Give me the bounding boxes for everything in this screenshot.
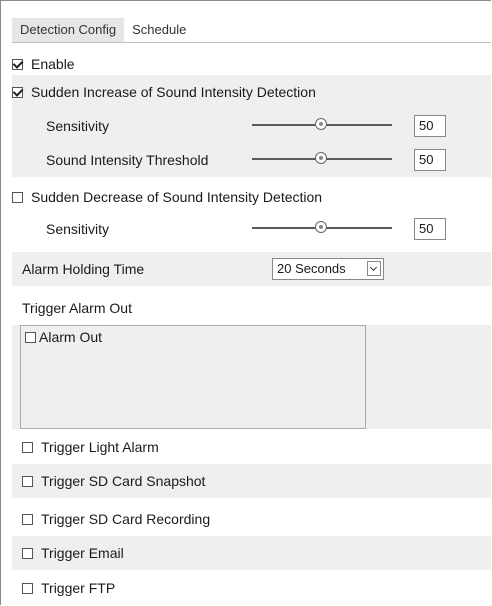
trigger-alarm-out-label: Trigger Alarm Out <box>22 300 132 316</box>
trigger-sd-recording-row: Trigger SD Card Recording <box>12 502 491 536</box>
decrease-sensitivity-label: Sensitivity <box>46 221 110 237</box>
trigger-sd-recording-label: Trigger SD Card Recording <box>41 511 211 527</box>
increase-sensitivity-value[interactable]: 50 <box>414 115 446 137</box>
increase-threshold-slider[interactable] <box>252 152 392 166</box>
sudden-decrease-row: Sudden Decrease of Sound Intensity Detec… <box>12 180 491 214</box>
slider-knob[interactable] <box>315 118 327 130</box>
alarm-out-checkbox[interactable] <box>25 331 36 343</box>
trigger-email-label: Trigger Email <box>41 545 124 561</box>
trigger-alarm-out-row: Trigger Alarm Out <box>12 291 491 325</box>
chevron-down-icon[interactable] <box>367 261 381 276</box>
trigger-sd-recording-checkbox[interactable] <box>22 513 33 525</box>
alarm-holding-value: 20 Seconds <box>277 261 346 276</box>
sudden-decrease-label: Sudden Decrease of Sound Intensity Detec… <box>31 189 323 205</box>
increase-sensitivity-label: Sensitivity <box>46 118 110 134</box>
trigger-sd-snapshot-checkbox[interactable] <box>22 475 33 487</box>
alarm-out-label: Alarm Out <box>39 329 103 345</box>
decrease-sensitivity-value[interactable]: 50 <box>414 218 446 240</box>
sudden-increase-checkbox[interactable] <box>12 86 23 98</box>
slider-knob[interactable] <box>315 221 327 233</box>
sudden-decrease-checkbox[interactable] <box>12 191 23 203</box>
enable-checkbox[interactable] <box>12 58 23 70</box>
trigger-email-row: Trigger Email <box>12 536 491 570</box>
trigger-sd-snapshot-row: Trigger SD Card Snapshot <box>12 464 491 498</box>
alarm-holding-label: Alarm Holding Time <box>22 261 145 277</box>
alarm-out-item[interactable]: Alarm Out <box>25 329 102 345</box>
alarm-holding-row: Alarm Holding Time <box>12 252 491 286</box>
alarm-out-list: Alarm Out <box>20 325 366 429</box>
tab-divider <box>12 42 491 43</box>
slider-knob[interactable] <box>315 152 327 164</box>
tab-detection-config[interactable]: Detection Config <box>12 18 125 42</box>
increase-threshold-value[interactable]: 50 <box>414 149 446 171</box>
increase-threshold-label: Sound Intensity Threshold <box>46 152 209 168</box>
decrease-sensitivity-slider[interactable] <box>252 221 392 235</box>
trigger-ftp-row: Trigger FTP <box>12 571 491 605</box>
tab-bar: Detection Config Schedule <box>12 18 194 42</box>
trigger-ftp-label: Trigger FTP <box>41 580 116 596</box>
increase-sensitivity-slider[interactable] <box>252 118 392 132</box>
trigger-light-alarm-checkbox[interactable] <box>22 441 33 453</box>
trigger-light-alarm-row: Trigger Light Alarm <box>12 430 491 464</box>
enable-label: Enable <box>31 56 75 72</box>
sudden-increase-row: Sudden Increase of Sound Intensity Detec… <box>12 75 491 109</box>
tab-schedule[interactable]: Schedule <box>124 18 194 42</box>
sudden-increase-label: Sudden Increase of Sound Intensity Detec… <box>31 84 316 100</box>
trigger-ftp-checkbox[interactable] <box>22 582 33 594</box>
trigger-light-alarm-label: Trigger Light Alarm <box>41 439 159 455</box>
trigger-sd-snapshot-label: Trigger SD Card Snapshot <box>41 473 206 489</box>
trigger-email-checkbox[interactable] <box>22 547 33 559</box>
alarm-holding-select[interactable]: 20 Seconds <box>272 258 384 280</box>
